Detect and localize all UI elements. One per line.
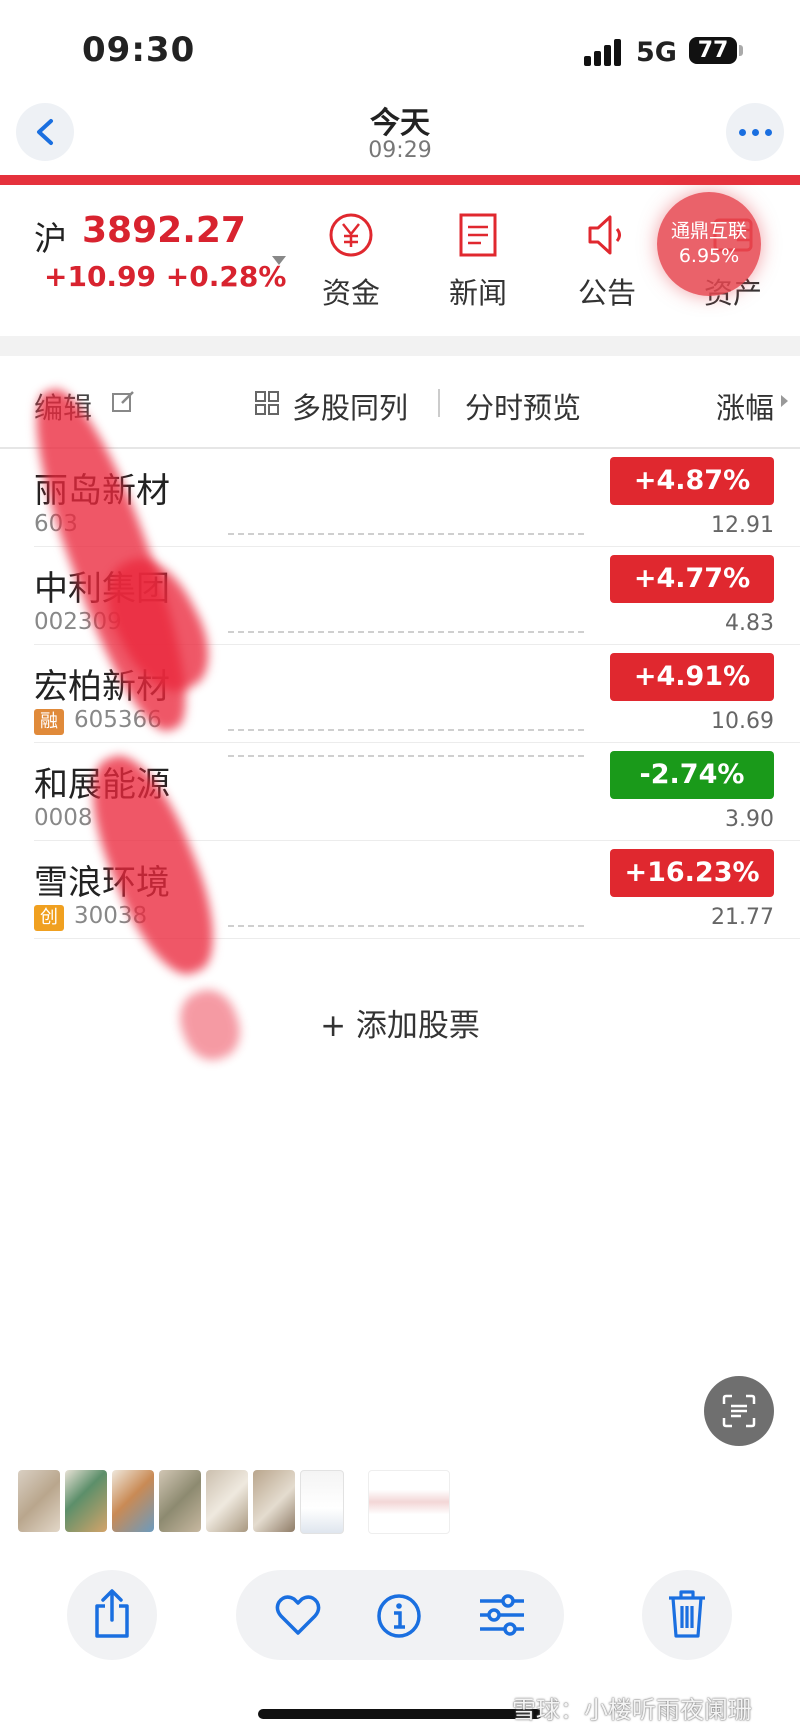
chevron-left-icon	[37, 119, 53, 145]
stock-price: 21.77	[711, 905, 774, 930]
sparkline-baseline	[228, 755, 584, 757]
toolbar-divider	[438, 389, 440, 417]
tool-label: 公告	[577, 276, 636, 310]
adjust-sliders-icon[interactable]	[478, 1593, 526, 1637]
stock-change-badge[interactable]: +4.87%	[610, 457, 774, 505]
stock-price: 3.90	[725, 807, 774, 832]
tool-funds[interactable]: 资金	[296, 212, 406, 312]
margin-tag: 融	[34, 709, 64, 735]
section-separator	[0, 336, 800, 356]
photo-thumbnail[interactable]	[159, 1470, 201, 1532]
redaction-scribble	[171, 982, 249, 1068]
sparkline-baseline	[228, 729, 584, 731]
page-title: 今天	[370, 106, 430, 141]
trash-icon	[669, 1590, 705, 1638]
sparkline-baseline	[228, 631, 584, 633]
network-type: 5G	[636, 37, 677, 68]
grid-icon[interactable]	[254, 390, 280, 420]
back-button[interactable]	[16, 103, 74, 161]
photo-thumbnail[interactable]	[253, 1470, 295, 1532]
speaker-icon	[584, 212, 630, 258]
index-value[interactable]: 3892.27	[82, 210, 246, 251]
cellular-signal-icon	[584, 38, 624, 66]
intraday-preview-button[interactable]: 分时预览	[465, 385, 581, 427]
share-icon	[95, 1589, 129, 1638]
share-button[interactable]	[67, 1570, 157, 1660]
sparkline-baseline	[228, 533, 584, 535]
photo-thumbnail[interactable]	[206, 1470, 248, 1532]
tool-label: 资金	[321, 276, 380, 310]
badge-stock-pct: 6.95%	[678, 245, 740, 267]
stock-change-badge[interactable]: +4.77%	[610, 555, 774, 603]
photo-thumbnail-selected[interactable]	[368, 1470, 450, 1534]
more-button[interactable]	[726, 103, 784, 161]
index-dropdown-icon[interactable]	[272, 256, 286, 265]
stock-price: 12.91	[711, 513, 774, 538]
stock-price: 4.83	[725, 611, 774, 636]
stock-price: 10.69	[711, 709, 774, 734]
photo-thumbnail[interactable]	[112, 1470, 154, 1532]
header-accent-line	[0, 175, 800, 185]
photo-thumbnail[interactable]	[300, 1470, 344, 1534]
tool-news[interactable]: 新闻	[423, 212, 533, 312]
stock-change-badge[interactable]: +16.23%	[610, 849, 774, 897]
sort-caret-icon[interactable]	[781, 395, 788, 407]
edit-icon[interactable]	[110, 388, 136, 418]
live-text-scan-button[interactable]	[704, 1376, 774, 1446]
page-subtitle: 09:29	[368, 138, 432, 163]
floating-stock-badge[interactable]: 通鼎互联 6.95%	[657, 192, 761, 296]
sparkline-baseline	[228, 925, 584, 927]
stock-code: 0008	[34, 805, 93, 831]
photo-thumbnail[interactable]	[18, 1470, 60, 1532]
growth-board-tag: 创	[34, 905, 64, 931]
stock-change-badge[interactable]: +4.91%	[610, 653, 774, 701]
yen-circle-icon	[328, 212, 374, 258]
add-stock-button[interactable]: + 添加股票	[0, 1000, 800, 1045]
document-icon	[455, 212, 501, 258]
delete-button[interactable]	[642, 1570, 732, 1660]
sort-column-header[interactable]: 涨幅	[716, 385, 774, 427]
heart-icon[interactable]	[274, 1593, 322, 1637]
tool-announcements[interactable]: 公告	[552, 212, 662, 312]
stock-change-badge[interactable]: -2.74%	[610, 751, 774, 799]
photo-thumbnail[interactable]	[65, 1470, 107, 1532]
badge-stock-name: 通鼎互联	[670, 220, 747, 242]
index-change[interactable]: +10.99 +0.28%	[44, 260, 286, 293]
tool-label: 新闻	[448, 276, 507, 310]
battery-icon: 77	[689, 37, 737, 64]
index-name[interactable]: 沪	[34, 212, 67, 260]
home-indicator	[258, 1709, 542, 1719]
watermark: 雪球：小楼听雨夜阑珊	[512, 1696, 752, 1724]
battery-tip	[739, 45, 743, 56]
status-time: 09:30	[82, 30, 196, 70]
multi-stock-button[interactable]: 多股同列	[292, 385, 408, 427]
text-scan-icon	[722, 1394, 756, 1428]
info-icon[interactable]	[376, 1593, 422, 1639]
